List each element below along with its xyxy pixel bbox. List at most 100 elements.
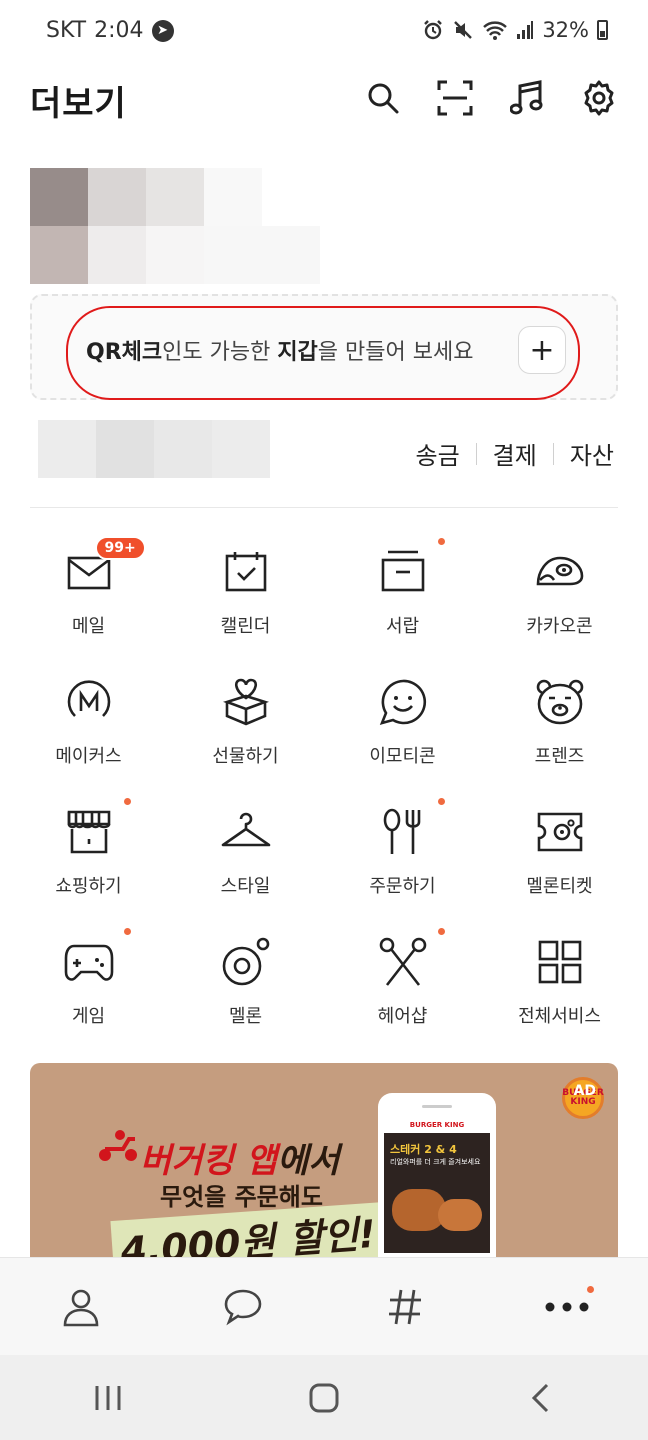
ticket-icon bbox=[532, 804, 588, 860]
service-label: 프렌즈 bbox=[534, 746, 585, 767]
tab-friends[interactable] bbox=[0, 1258, 162, 1355]
service-order[interactable]: 주문하기 bbox=[324, 790, 481, 920]
phone-brand: BURGER KING bbox=[409, 1121, 465, 1129]
service-shopping[interactable]: 쇼핑하기 bbox=[10, 790, 167, 920]
settings-icon[interactable] bbox=[580, 78, 618, 118]
gift-icon bbox=[218, 674, 274, 730]
assets-link[interactable]: 자산 bbox=[570, 436, 614, 471]
service-grid: 99+ 메일 캘린더 서랍 카카오콘 메이커스 선물하기 이모티콘 프렌즈 쇼핑… bbox=[10, 530, 638, 1050]
calendar-icon bbox=[218, 544, 274, 600]
header: 더보기 bbox=[0, 62, 648, 138]
transfer-link[interactable]: 송금 bbox=[415, 436, 459, 471]
divider bbox=[475, 442, 477, 465]
ad-headline: 버거킹 앱에서 bbox=[140, 1141, 340, 1181]
service-label: 멜론티켓 bbox=[526, 876, 593, 897]
service-melon[interactable]: 멜론 bbox=[167, 920, 324, 1050]
ad-subline: 무엇을 주문해도 bbox=[160, 1183, 323, 1211]
scissors-icon bbox=[375, 934, 431, 990]
service-label: 캘린더 bbox=[220, 616, 271, 637]
music-icon[interactable] bbox=[508, 78, 546, 118]
service-label: 카카오콘 bbox=[526, 616, 593, 637]
service-calendar[interactable]: 캘린더 bbox=[167, 530, 324, 660]
service-label: 멜론 bbox=[228, 1006, 263, 1027]
service-makers[interactable]: 메이커스 bbox=[10, 660, 167, 790]
mail-badge: 99+ bbox=[94, 536, 146, 560]
payment-link[interactable]: 결제 bbox=[493, 436, 537, 471]
new-dot bbox=[438, 928, 445, 935]
service-label: 전체서비스 bbox=[518, 1006, 601, 1027]
service-label: 선물하기 bbox=[212, 746, 279, 767]
service-label: 주문하기 bbox=[369, 876, 436, 897]
clock: 2:04 bbox=[94, 18, 144, 43]
mute-icon bbox=[454, 21, 473, 39]
tab-chats[interactable] bbox=[162, 1258, 324, 1355]
location-icon: ➤ bbox=[151, 19, 174, 42]
battery-icon bbox=[597, 20, 608, 40]
wallet-add-button[interactable]: + bbox=[518, 326, 566, 374]
melon-icon bbox=[218, 934, 274, 990]
service-hairshop[interactable]: 헤어샵 bbox=[324, 920, 481, 1050]
phone-title: 스테커 2 & 4 bbox=[390, 1143, 457, 1156]
service-friends[interactable]: 프렌즈 bbox=[481, 660, 638, 790]
system-nav-bar bbox=[0, 1355, 648, 1440]
new-dot bbox=[438, 798, 445, 805]
hanger-icon bbox=[218, 804, 274, 860]
tab-more[interactable] bbox=[486, 1258, 648, 1355]
bottom-tab-bar bbox=[0, 1257, 648, 1355]
recent-apps-button[interactable] bbox=[0, 1355, 216, 1440]
gamepad-icon bbox=[61, 934, 117, 990]
search-icon[interactable] bbox=[364, 78, 402, 118]
ad-banner[interactable]: 버거킹 앱에서 무엇을 주문해도 4,000원 할인!! BURGER KING… bbox=[30, 1063, 618, 1283]
service-label: 게임 bbox=[71, 1006, 106, 1027]
wallet-promo[interactable]: QR체크인도 가능한 지갑을 만들어 보세요 + bbox=[30, 294, 618, 400]
hashtag-icon bbox=[389, 1289, 421, 1324]
kakaocon-icon bbox=[532, 544, 588, 600]
service-drawer[interactable]: 서랍 bbox=[324, 530, 481, 660]
service-label: 쇼핑하기 bbox=[55, 876, 122, 897]
back-icon bbox=[531, 1383, 549, 1412]
home-button[interactable] bbox=[216, 1355, 432, 1440]
divider bbox=[552, 442, 554, 465]
home-icon bbox=[309, 1383, 339, 1412]
profile-blurred[interactable] bbox=[30, 168, 360, 284]
service-all[interactable]: 전체서비스 bbox=[481, 920, 638, 1050]
service-kakaocon[interactable]: 카카오콘 bbox=[481, 530, 638, 660]
pay-links: 송금 결제 자산 bbox=[415, 436, 614, 471]
service-emoticon[interactable]: 이모티콘 bbox=[324, 660, 481, 790]
new-dot bbox=[438, 538, 445, 545]
ad-phone-image: BURGER KING 스테커 2 & 4 리얼와퍼를 더 크게 즐겨보세요 bbox=[378, 1093, 496, 1283]
chat-bubble-icon bbox=[224, 1289, 262, 1325]
service-mail[interactable]: 99+ 메일 bbox=[10, 530, 167, 660]
new-dot bbox=[587, 1286, 594, 1293]
drawer-icon bbox=[375, 544, 431, 600]
mail-icon: 99+ bbox=[61, 536, 146, 600]
service-label: 이모티콘 bbox=[369, 746, 436, 767]
service-style[interactable]: 스타일 bbox=[167, 790, 324, 920]
recents-icon bbox=[95, 1385, 121, 1410]
wifi-icon bbox=[483, 21, 508, 40]
ad-tag: AD bbox=[573, 1083, 596, 1099]
back-button[interactable] bbox=[432, 1355, 648, 1440]
service-label: 서랍 bbox=[385, 616, 420, 637]
new-dot bbox=[124, 928, 131, 935]
phone-subtitle: 리얼와퍼를 더 크게 즐겨보세요 bbox=[390, 1158, 481, 1166]
signal-icon bbox=[517, 21, 534, 39]
section-divider bbox=[30, 507, 618, 508]
wallet-promo-text: QR체크인도 가능한 지갑을 만들어 보세요 bbox=[86, 340, 474, 365]
more-dots-icon bbox=[545, 1302, 589, 1311]
service-game[interactable]: 게임 bbox=[10, 920, 167, 1050]
grid-icon bbox=[532, 934, 588, 990]
carrier: SKT bbox=[46, 18, 87, 43]
service-melon-ticket[interactable]: 멜론티켓 bbox=[481, 790, 638, 920]
pay-balance-blurred[interactable] bbox=[38, 420, 288, 478]
emoticon-icon bbox=[375, 674, 431, 730]
service-gift[interactable]: 선물하기 bbox=[167, 660, 324, 790]
service-label: 메일 bbox=[71, 616, 106, 637]
service-label: 메이커스 bbox=[55, 746, 122, 767]
service-label: 헤어샵 bbox=[377, 1006, 428, 1027]
qr-scan-icon[interactable] bbox=[436, 78, 474, 118]
alarm-icon bbox=[424, 20, 443, 40]
person-icon bbox=[63, 1289, 99, 1326]
tab-view[interactable] bbox=[324, 1258, 486, 1355]
makers-icon bbox=[61, 674, 117, 730]
